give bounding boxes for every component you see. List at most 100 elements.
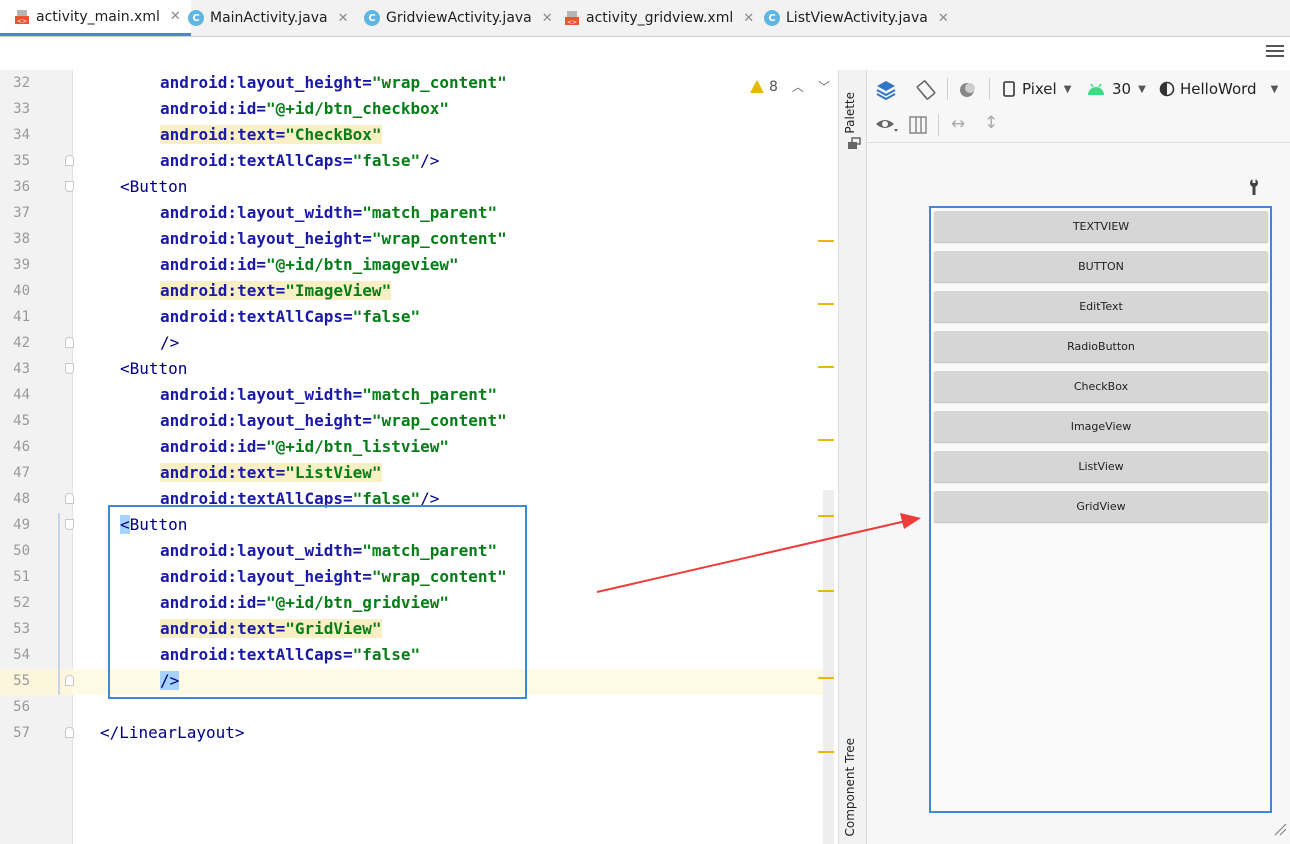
close-icon[interactable]: ✕ — [542, 11, 553, 26]
code-token: android:layout_height= — [160, 73, 372, 92]
tab-gridview-activity-java[interactable]: C GridviewActivity.java ✕ — [364, 0, 553, 36]
warning-stripe-marker[interactable] — [818, 751, 834, 753]
code-line[interactable]: 45 android:layout_height="wrap_content" — [0, 408, 838, 434]
vertical-resize-icon[interactable]: ↕ — [984, 113, 998, 133]
hamburger-menu-icon[interactable] — [1266, 44, 1284, 58]
line-number: 48 — [13, 491, 30, 507]
theme-selector[interactable]: HelloWord ▼ — [1159, 80, 1278, 98]
code-line[interactable]: 36 <Button — [0, 174, 838, 200]
preview-button-button[interactable]: BUTTON — [934, 251, 1268, 282]
code-token: </LinearLayout> — [100, 723, 245, 742]
code-text[interactable]: android:layout_height="wrap_content" — [160, 226, 507, 252]
preview-button-checkbox[interactable]: CheckBox — [934, 371, 1268, 402]
close-icon[interactable]: ✕ — [338, 11, 349, 26]
preview-button-textview[interactable]: TEXTVIEW — [934, 211, 1268, 242]
warning-stripe-marker[interactable] — [818, 366, 834, 368]
code-text[interactable]: android:layout_height="wrap_content" — [160, 70, 507, 96]
preview-button-edittext[interactable]: EditText — [934, 291, 1268, 322]
line-number: 42 — [13, 335, 30, 351]
inspection-widget[interactable]: 8 ︿ ﹀ — [750, 78, 830, 95]
close-icon[interactable]: ✕ — [170, 9, 181, 24]
code-editor[interactable]: 32 android:layout_height="wrap_content" 33… — [0, 37, 838, 844]
fold-marker-icon[interactable] — [65, 519, 74, 530]
code-text[interactable]: </LinearLayout> — [100, 720, 245, 746]
fold-marker-icon[interactable] — [65, 337, 74, 348]
tab-main-activity-java[interactable]: C MainActivity.java ✕ — [188, 0, 348, 36]
code-line[interactable]: 38 android:layout_height="wrap_content" — [0, 226, 838, 252]
preview-button-radiobutton[interactable]: RadioButton — [934, 331, 1268, 362]
warning-stripe-marker[interactable] — [818, 677, 834, 679]
code-line[interactable]: 39 android:id="@+id/btn_imageview" — [0, 252, 838, 278]
code-text[interactable]: android:text="ImageView" — [160, 278, 392, 304]
code-line[interactable]: 37 android:layout_width="match_parent" — [0, 200, 838, 226]
fold-marker-icon[interactable] — [65, 363, 74, 374]
horizontal-resize-icon[interactable]: ↔ — [951, 114, 965, 134]
close-icon[interactable]: ✕ — [743, 11, 754, 26]
code-token: "ImageView" — [285, 281, 392, 300]
code-text[interactable]: android:layout_width="match_parent" — [160, 382, 497, 408]
palette-tab[interactable]: Palette — [843, 92, 857, 134]
preview-button-imageview[interactable]: ImageView — [934, 411, 1268, 442]
preview-button-listview[interactable]: ListView — [934, 451, 1268, 482]
code-text[interactable]: android:textAllCaps="false" — [160, 304, 420, 330]
code-text[interactable]: android:id="@+id/btn_checkbox" — [160, 96, 449, 122]
line-number: 33 — [13, 101, 30, 117]
code-line[interactable]: 33 android:id="@+id/btn_checkbox" — [0, 96, 838, 122]
warning-stripe-marker[interactable] — [818, 439, 834, 441]
warning-stripe-marker[interactable] — [818, 515, 834, 517]
device-selector[interactable]: Pixel ▼ — [1003, 80, 1071, 98]
code-text[interactable]: android:layout_height="wrap_content" — [160, 408, 507, 434]
code-text[interactable]: android:layout_width="match_parent" — [160, 200, 497, 226]
code-text[interactable]: <Button — [120, 174, 187, 200]
device-preview-screen[interactable]: TEXTVIEW BUTTON EditText RadioButton Che… — [929, 206, 1272, 813]
orientation-icon[interactable] — [915, 79, 937, 101]
code-line[interactable]: 32 android:layout_height="wrap_content" — [0, 70, 838, 96]
code-token: "wrap_content" — [371, 229, 507, 248]
night-mode-icon[interactable] — [957, 79, 979, 101]
fold-marker-icon[interactable] — [65, 181, 74, 192]
tab-listview-activity-java[interactable]: C ListViewActivity.java ✕ — [764, 0, 949, 36]
warning-stripe-marker[interactable] — [818, 240, 834, 242]
editor-scrollbar[interactable] — [823, 490, 834, 844]
preview-button-gridview[interactable]: GridView — [934, 491, 1268, 522]
line-number: 49 — [13, 517, 30, 533]
resize-handle-icon[interactable] — [1273, 822, 1287, 836]
tab-activity-main-xml[interactable]: <> activity_main.xml ✕ — [0, 0, 191, 36]
component-tree-tab[interactable]: Component Tree — [843, 738, 857, 836]
chevron-down-icon[interactable]: ﹀ — [818, 78, 830, 95]
code-line[interactable]: 34 android:text="CheckBox" — [0, 122, 838, 148]
blueprint-icon[interactable] — [908, 115, 928, 135]
code-text[interactable]: /> — [160, 330, 179, 356]
code-line[interactable]: 46 android:id="@+id/btn_listview" — [0, 434, 838, 460]
warning-stripe-marker[interactable] — [818, 590, 834, 592]
code-text[interactable]: android:id="@+id/btn_imageview" — [160, 252, 459, 278]
close-icon[interactable]: ✕ — [938, 11, 949, 26]
api-level-selector[interactable]: 30 ▼ — [1087, 80, 1146, 98]
code-text[interactable]: <Button — [120, 356, 187, 382]
design-side-strip: Palette Component Tree — [838, 70, 867, 844]
fold-marker-icon[interactable] — [65, 493, 74, 504]
code-text[interactable]: android:textAllCaps="false"/> — [160, 148, 439, 174]
tab-activity-gridview-xml[interactable]: <> activity_gridview.xml ✕ — [564, 0, 754, 36]
code-text[interactable]: android:text="ListView" — [160, 460, 382, 486]
code-line[interactable]: 35 android:textAllCaps="false"/> — [0, 148, 838, 174]
code-line[interactable]: 47 android:text="ListView" — [0, 460, 838, 486]
fold-marker-icon[interactable] — [65, 155, 74, 166]
code-text[interactable]: android:text="CheckBox" — [160, 122, 382, 148]
fold-marker-icon[interactable] — [65, 675, 74, 686]
code-text[interactable]: android:id="@+id/btn_listview" — [160, 434, 449, 460]
code-line[interactable]: 42 /> — [0, 330, 838, 356]
code-line[interactable]: 40 android:text="ImageView" — [0, 278, 838, 304]
warning-stripe-marker[interactable] — [818, 303, 834, 305]
chevron-up-icon[interactable]: ︿ — [792, 78, 804, 95]
wrench-icon[interactable] — [1247, 178, 1261, 196]
palette-icon[interactable] — [847, 136, 861, 150]
code-line[interactable]: 41 android:textAllCaps="false" — [0, 304, 838, 330]
code-line[interactable]: 43 <Button — [0, 356, 838, 382]
code-line[interactable]: 57 </LinearLayout> — [0, 720, 838, 746]
code-line[interactable]: 44 android:layout_width="match_parent" — [0, 382, 838, 408]
eye-icon[interactable] — [875, 116, 899, 134]
code-token: /> — [420, 151, 440, 170]
layers-icon[interactable] — [875, 79, 897, 101]
fold-marker-icon[interactable] — [65, 727, 74, 738]
